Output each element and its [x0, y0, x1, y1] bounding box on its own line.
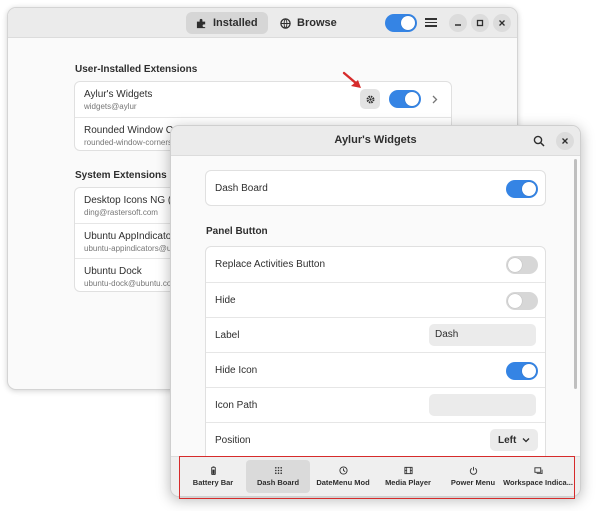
dash-board-toggle[interactable]	[506, 180, 538, 198]
hide-toggle[interactable]	[506, 292, 538, 310]
hide-icon-row[interactable]: Hide Icon	[206, 352, 545, 387]
panel-button-list: Replace Activities Button Hide Label Das…	[205, 246, 546, 466]
grid-icon	[274, 466, 282, 475]
extension-id: ding@rastersoft.com	[84, 208, 158, 217]
extension-toggle[interactable]	[389, 90, 421, 108]
replace-activities-label: Replace Activities Button	[215, 259, 326, 270]
chevron-down-icon	[522, 438, 530, 443]
close-icon	[562, 138, 568, 144]
extensions-master-toggle[interactable]	[385, 14, 417, 32]
label-input[interactable]: Dash	[429, 324, 536, 346]
dash-board-row[interactable]: Dash Board	[205, 170, 546, 206]
hide-row[interactable]: Hide	[206, 282, 545, 317]
position-dropdown[interactable]: Left	[490, 429, 539, 451]
tab-label: Media Player	[385, 478, 431, 487]
tab-datemenu-mod[interactable]: DateMenu Mod	[311, 460, 375, 493]
preferences-window: Aylur's Widgets Dash Board Panel Button …	[170, 125, 581, 497]
pref-close-button[interactable]	[556, 132, 574, 150]
extension-name: Aylur's Widgets	[84, 89, 153, 100]
window-icon	[533, 467, 543, 475]
tab-power-menu[interactable]: Power Menu	[441, 460, 505, 493]
tab-installed-label: Installed	[213, 17, 258, 29]
extension-name: Ubuntu Dock	[84, 266, 142, 277]
minimize-icon	[455, 24, 461, 26]
puzzle-icon	[196, 18, 206, 28]
film-icon	[403, 466, 413, 475]
extension-id: ubuntu-dock@ubuntu.com	[84, 279, 178, 288]
hide-label: Hide	[215, 295, 236, 306]
extension-id: widgets@aylur	[84, 102, 137, 111]
tab-installed[interactable]: Installed	[186, 12, 268, 34]
power-icon	[469, 466, 477, 475]
panel-button-title: Panel Button	[206, 226, 268, 237]
tab-battery-bar[interactable]: Battery Bar	[181, 460, 245, 493]
globe-icon	[280, 17, 291, 29]
scrollbar[interactable]	[574, 159, 577, 389]
system-extensions-title: System Extensions	[75, 170, 167, 181]
tab-label: DateMenu Mod	[316, 478, 370, 487]
pref-window-title: Aylur's Widgets	[334, 134, 417, 146]
tab-label: Dash Board	[256, 478, 300, 487]
label-row: Label Dash	[206, 317, 545, 352]
battery-icon	[210, 466, 216, 475]
hide-icon-toggle[interactable]	[506, 362, 538, 380]
label-label: Label	[215, 330, 240, 341]
close-icon	[499, 20, 505, 26]
tab-media-player[interactable]: Media Player	[376, 460, 440, 493]
menu-icon[interactable]	[425, 16, 437, 28]
close-button[interactable]	[493, 14, 511, 32]
position-label: Position	[215, 435, 251, 446]
icon-path-label: Icon Path	[215, 400, 258, 411]
user-extensions-title: User-Installed Extensions	[75, 64, 198, 75]
chevron-right-icon[interactable]	[432, 95, 438, 104]
tab-browse[interactable]: Browse	[270, 12, 347, 34]
hide-icon-label: Hide Icon	[215, 365, 258, 376]
icon-path-input[interactable]	[429, 394, 536, 416]
dash-board-label: Dash Board	[215, 183, 268, 194]
tab-browse-label: Browse	[297, 17, 337, 29]
position-value: Left	[498, 434, 517, 446]
extension-row-aylurs-widgets[interactable]: Aylur's Widgets widgets@aylur	[75, 82, 451, 117]
extension-name: Ubuntu AppIndicators	[84, 231, 180, 242]
replace-activities-row[interactable]: Replace Activities Button	[206, 247, 545, 282]
replace-activities-toggle[interactable]	[506, 256, 538, 274]
maximize-button[interactable]	[471, 14, 489, 32]
header-bar: Installed Browse	[8, 8, 517, 38]
maximize-icon	[476, 19, 484, 27]
clock-icon	[338, 466, 348, 475]
tab-label: Power Menu	[450, 478, 496, 487]
view-switcher-bar: Battery Bar Dash Board DateMenu Mod Medi…	[171, 456, 580, 496]
gear-icon	[366, 95, 374, 103]
pref-header-bar: Aylur's Widgets	[171, 126, 580, 156]
tab-workspace-indicator[interactable]: Workspace Indica...	[503, 460, 573, 493]
tab-dash-board[interactable]: Dash Board	[246, 460, 310, 493]
settings-button[interactable]	[360, 89, 380, 109]
tab-label: Workspace Indica...	[503, 478, 573, 487]
position-row: Position Left	[206, 422, 545, 457]
tab-label: Battery Bar	[192, 478, 234, 487]
search-icon[interactable]	[533, 135, 545, 147]
minimize-button[interactable]	[449, 14, 467, 32]
extension-id: rounded-window-corners	[84, 138, 173, 147]
icon-path-row: Icon Path	[206, 387, 545, 422]
